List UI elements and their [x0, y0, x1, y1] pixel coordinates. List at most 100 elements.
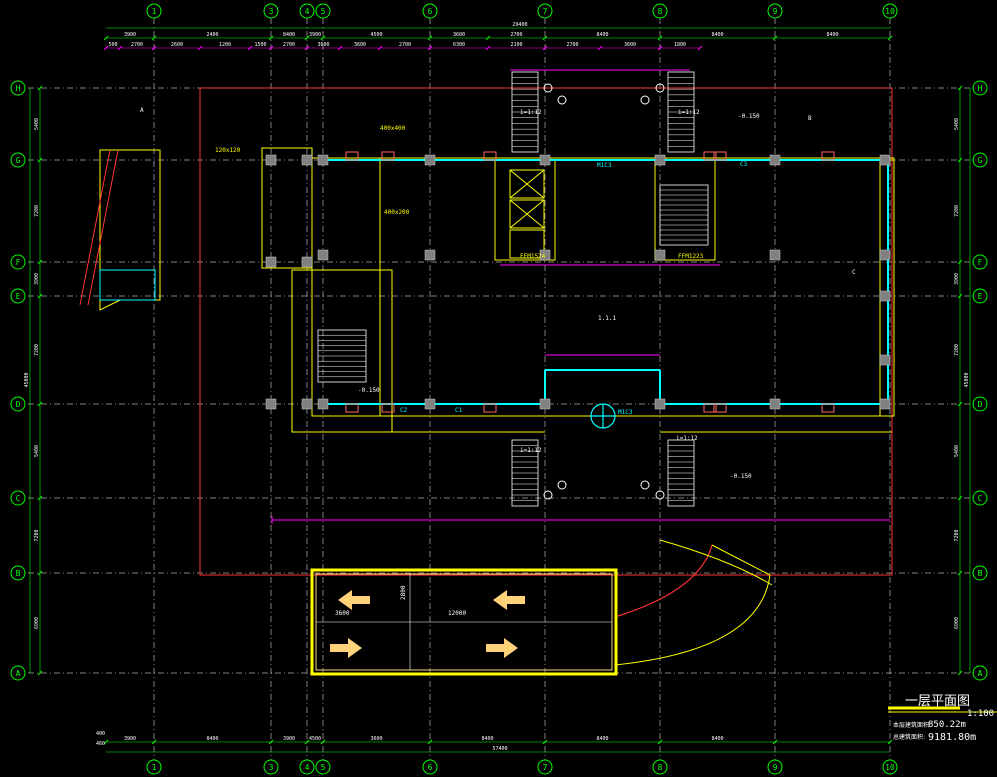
- duct-size-label: 400x400: [380, 125, 406, 132]
- door-tag: M1C3: [597, 162, 612, 169]
- axis-bubble-label: 9: [773, 7, 778, 16]
- elevation-label: -0.150: [730, 473, 752, 480]
- right-row-dim-label: 7200: [954, 344, 960, 356]
- axis-bubbles: 1 1 3 3 4 4 5 5 6 6 7 7 8 8 9 9 10 10 H H G G F F E E D D C C B B A A: [10, 3, 988, 775]
- floor-area-label: 本层建筑面积:: [893, 721, 931, 729]
- top-axis-dim-label: 8400: [596, 32, 608, 38]
- window-tag: C1: [455, 407, 463, 414]
- parking-dim: 2800: [400, 585, 407, 600]
- left-row-dim-label: 6900: [34, 617, 40, 629]
- axis-bubble-label: B: [16, 569, 21, 578]
- structural-column: [769, 249, 781, 261]
- bottom-axis-dim-label: 4500: [309, 736, 321, 742]
- structural-column: [424, 154, 436, 166]
- total-area-label: 总建筑面积:: [893, 733, 925, 741]
- axis-bubble-label: 7: [543, 7, 548, 16]
- window-tag: C3: [740, 161, 748, 168]
- fire-door-tag: FFM1524: [520, 253, 546, 260]
- bottom-axis-dim-label: 3900: [283, 736, 295, 742]
- title-block: 一层平面图 1:100 本层建筑面积: 850.22m 总建筑面积: 9181.…: [888, 694, 997, 743]
- fire-door-tag: FFM1223: [678, 253, 704, 260]
- ramp-slope-label: i=1:12: [678, 109, 700, 116]
- arrow-left-icon: [493, 590, 525, 610]
- axis-bubble-label: C: [16, 494, 21, 503]
- axis-bubble-label: A: [978, 669, 983, 678]
- top-detail-dim-label: 2600: [171, 42, 183, 48]
- facade-pilaster: [381, 151, 395, 161]
- structural-column: [424, 249, 436, 261]
- top-axis-dim-label: 4500: [370, 32, 382, 38]
- axis-bubble-label: G: [978, 156, 983, 165]
- total-area-value: 9181.80m: [928, 732, 976, 743]
- elevation-label: -0.150: [358, 387, 380, 394]
- structural-column: [424, 398, 436, 410]
- axis-bubble-label: C: [978, 494, 983, 503]
- structural-column: [317, 249, 329, 261]
- stairs: [317, 71, 709, 507]
- zone-letter: B: [808, 115, 812, 122]
- structural-column: [769, 154, 781, 166]
- bottom-axis-dim-label: 8400: [596, 736, 608, 742]
- structural-column: [769, 398, 781, 410]
- right-row-dim-label: 7200: [954, 529, 960, 541]
- entrance-bollards: [543, 83, 665, 500]
- axis-bubble-label: 9: [773, 763, 778, 772]
- top-axis-dim-label: 8400: [711, 32, 723, 38]
- axis-bubble-label: A: [16, 669, 21, 678]
- axis-bubble-label: F: [16, 258, 21, 267]
- structural-column: [265, 154, 277, 166]
- axis-bubble-label: 6: [428, 7, 433, 16]
- ramp-slope-label: i=1:12: [676, 435, 698, 442]
- arrow-right-icon: [486, 638, 518, 658]
- arrow-left-icon: [338, 590, 370, 610]
- bottom-axis-dim-label: 8400: [481, 736, 493, 742]
- right-row-dim-label: 5400: [954, 445, 960, 457]
- top-axis-dim-label: 8400: [283, 32, 295, 38]
- drawing-title: 一层平面图: [905, 694, 970, 709]
- structural-column: [879, 249, 891, 261]
- axis-bubble-label: 5: [321, 763, 326, 772]
- top-axis-dim-label: 2700: [510, 32, 522, 38]
- facade-pilaster: [345, 151, 359, 161]
- facade-pilaster: [821, 403, 835, 413]
- top-detail-dim-label: 2700: [131, 42, 143, 48]
- axis-bubble-label: G: [16, 156, 21, 165]
- top-axis-dim-label: 8400: [826, 32, 838, 38]
- top-detail-dim-label: 3600: [354, 42, 366, 48]
- axis-bubble-label: 1: [152, 763, 157, 772]
- top-axis-dim-label: 3900: [309, 32, 321, 38]
- structural-column: [879, 154, 891, 166]
- top-detail-dim-label: 500: [108, 42, 117, 48]
- axis-bubble-label: F: [978, 258, 983, 267]
- axis-bubble-label: 10: [885, 763, 895, 772]
- door-tag: M1C3: [618, 409, 633, 416]
- axis-bubble-label: 10: [885, 7, 895, 16]
- structural-columns: [265, 151, 891, 413]
- axis-bubble-label: 4: [305, 7, 310, 16]
- top-detail-dim-label: 1800: [674, 42, 686, 48]
- top-detail-dim-label: 2700: [566, 42, 578, 48]
- bottom-axis-dim-label: 3600: [370, 736, 382, 742]
- axis-bubble-label: 7: [543, 763, 548, 772]
- zone-letter: C: [852, 269, 856, 276]
- axis-bubble-label: E: [16, 292, 21, 301]
- floor-plan-svg: 1 1 3 3 4 4 5 5 6 6 7 7 8 8 9 9 10 10 H H G G F F E E D D C C B B A A 294…: [10, 3, 997, 775]
- bottom-axis-dim-label: 8400: [711, 736, 723, 742]
- structural-column: [317, 398, 329, 410]
- axis-bubble-label: H: [16, 84, 21, 93]
- axis-bubble-label: 1: [152, 7, 157, 16]
- structural-column: [654, 249, 666, 261]
- bottom-overall-label: 57400: [492, 746, 507, 752]
- dimension-chains: 29400 3900 2400 8400 3900 4500 3600 2700 8400 840…: [24, 22, 971, 753]
- structural-column: [265, 256, 277, 268]
- top-detail-dim-label: 6300: [453, 42, 465, 48]
- axis-bubble-label: B: [978, 569, 983, 578]
- structural-column: [879, 354, 891, 366]
- plan-annotations: -0.150 -0.150 -0.150 i=1:12 i=1:12 i=1:1…: [140, 107, 856, 617]
- structural-column: [301, 154, 313, 166]
- left-total-label: 45000: [24, 372, 30, 387]
- structural-column: [654, 154, 666, 166]
- floor-area-value: 850.22m: [928, 720, 966, 730]
- cad-drawing-canvas: 1 1 3 3 4 4 5 5 6 6 7 7 8 8 9 9 10 10 H H G G F F E E D D C C B B A A 294…: [0, 0, 997, 777]
- arrow-right-icon: [330, 638, 362, 658]
